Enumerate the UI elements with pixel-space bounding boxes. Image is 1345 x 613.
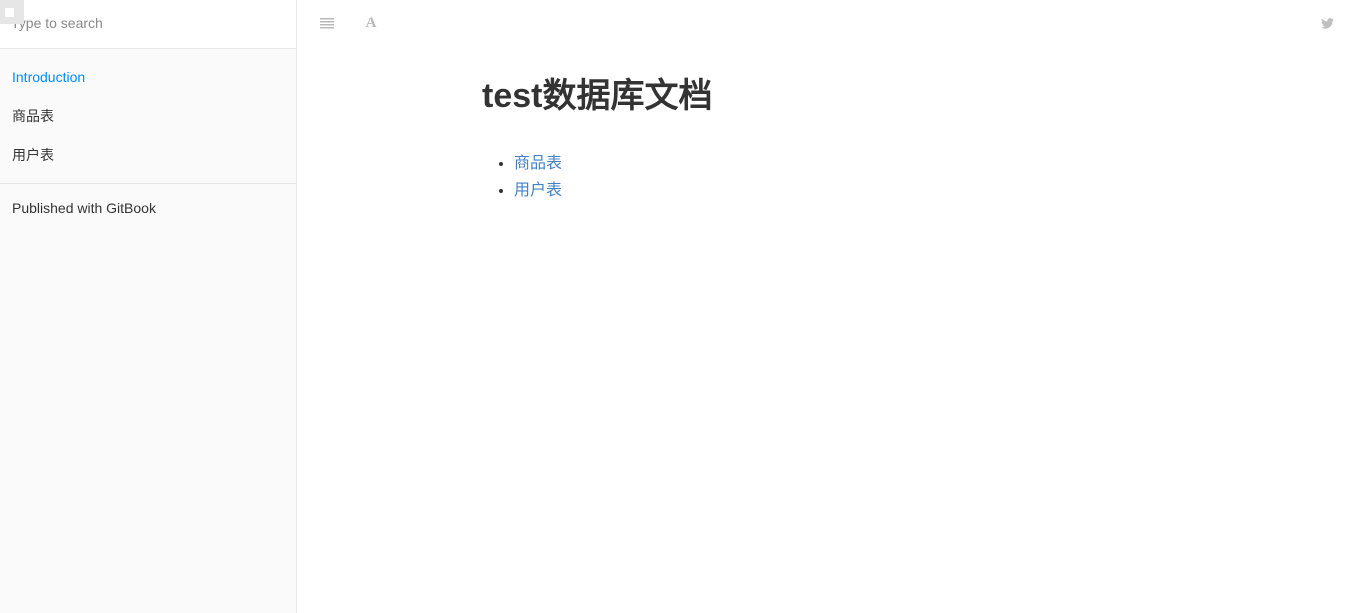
gitbook-app: Introduction 商品表 用户表 Published with GitB… xyxy=(0,0,1345,613)
list-item: 商品表 xyxy=(514,150,1182,177)
corner-badge-icon xyxy=(0,0,24,24)
menu-toggle-icon xyxy=(320,18,334,29)
search-input[interactable] xyxy=(0,0,296,48)
twitter-share-button[interactable] xyxy=(1314,10,1340,36)
page-link-list: 商品表 用户表 xyxy=(482,150,1182,204)
link-users-table[interactable]: 用户表 xyxy=(514,182,562,199)
summary-nav: Introduction 商品表 用户表 xyxy=(0,49,296,184)
twitter-icon xyxy=(1320,17,1334,29)
search-bar xyxy=(0,0,296,49)
font-settings-icon: A xyxy=(365,14,377,31)
link-products-table[interactable]: 商品表 xyxy=(514,155,562,172)
list-item: 用户表 xyxy=(514,177,1182,204)
published-with-gitbook-link[interactable]: Published with GitBook xyxy=(0,184,296,233)
font-settings-button[interactable]: A xyxy=(358,10,384,36)
sidebar-item-introduction[interactable]: Introduction xyxy=(0,58,296,97)
sidebar-item-products-table[interactable]: 商品表 xyxy=(0,97,296,136)
toggle-sidebar-button[interactable] xyxy=(314,10,340,36)
page-body: test数据库文档 商品表 用户表 xyxy=(482,72,1182,204)
sidebar-item-users-table[interactable]: 用户表 xyxy=(0,136,296,175)
sidebar: Introduction 商品表 用户表 Published with GitB… xyxy=(0,0,297,613)
main-content: A test数据库文档 商品表 用户表 xyxy=(297,0,1345,613)
page-title: test数据库文档 xyxy=(482,77,713,115)
